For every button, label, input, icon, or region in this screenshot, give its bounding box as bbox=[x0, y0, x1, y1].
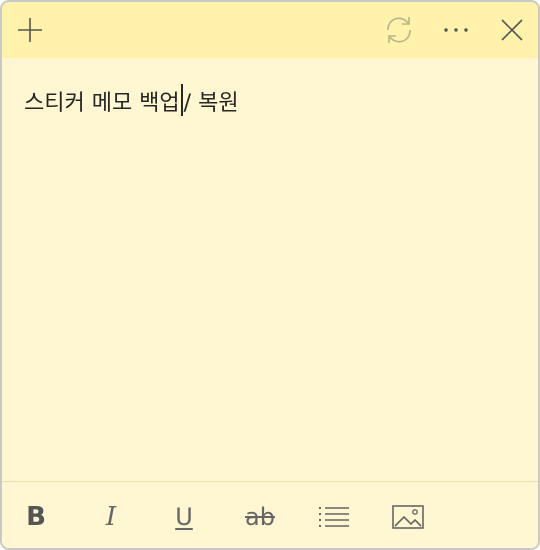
text-caret bbox=[180, 84, 183, 116]
note-text-after-caret: / 복원 bbox=[183, 91, 239, 116]
close-button[interactable] bbox=[492, 10, 532, 50]
formatting-toolbar: B I U ab bbox=[2, 481, 538, 548]
title-bar[interactable] bbox=[2, 2, 538, 58]
note-text-before-caret: 스티커 메모 백업 bbox=[24, 91, 180, 116]
close-icon bbox=[501, 19, 523, 41]
note-text-area[interactable]: 스티커 메모 백업 / 복원 bbox=[24, 84, 514, 119]
new-note-button[interactable] bbox=[10, 10, 50, 50]
sync-button[interactable] bbox=[379, 10, 419, 50]
more-options-button[interactable] bbox=[436, 10, 476, 50]
italic-button[interactable]: I bbox=[89, 495, 133, 539]
plus-icon bbox=[18, 18, 42, 42]
image-icon bbox=[392, 505, 424, 529]
sticky-note-window: 스티커 메모 백업 / 복원 B I U ab bbox=[0, 0, 540, 550]
insert-image-button[interactable] bbox=[386, 495, 430, 539]
bullet-list-button[interactable] bbox=[312, 495, 356, 539]
sync-icon bbox=[387, 17, 411, 43]
more-icon bbox=[444, 28, 468, 32]
strikethrough-button[interactable]: ab bbox=[238, 495, 282, 539]
bold-button[interactable]: B bbox=[14, 495, 58, 539]
bullet-list-icon bbox=[319, 507, 349, 527]
underline-button[interactable]: U bbox=[162, 495, 206, 539]
